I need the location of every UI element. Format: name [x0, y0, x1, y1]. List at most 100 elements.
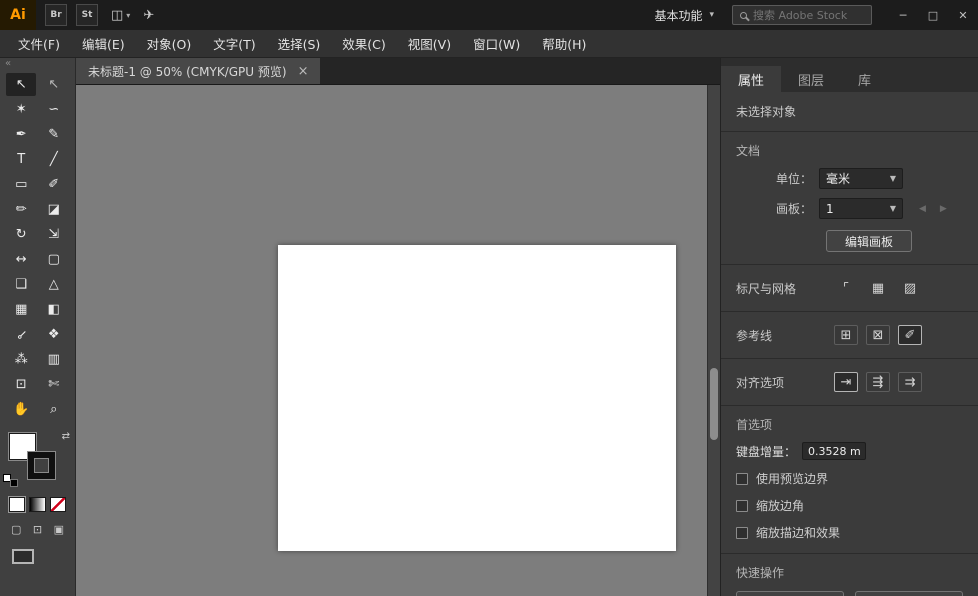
- zoom-tool[interactable]: ⌕: [39, 398, 69, 421]
- smart-guides-icon[interactable]: ✐: [898, 325, 922, 345]
- collapse-toolbar-button[interactable]: «: [0, 58, 75, 71]
- canvas-area[interactable]: [76, 85, 720, 596]
- tool-grid: ↖ ↖ ✶ ∽ ✒ ✎ T ╱ ▭ ✐ ✏ ◪ ↻ ⇲ ↔ ▢ ❑ △ ▦ ◧: [0, 71, 75, 423]
- swap-fill-stroke-icon[interactable]: ⇄: [62, 431, 70, 442]
- type-tool[interactable]: T: [6, 148, 36, 171]
- none-button[interactable]: [50, 497, 66, 512]
- checkbox[interactable]: [736, 473, 748, 485]
- artboard-dropdown[interactable]: 1 ▼: [819, 198, 903, 219]
- title-bar: Ai Br St ◫ ▾ ✈ 基本功能 ▾ ─ □ ✕: [0, 0, 978, 30]
- eyedropper-tool[interactable]: ⊸: [6, 323, 36, 346]
- document-setup-button[interactable]: 文档设置: [736, 591, 844, 596]
- magic-wand-tool[interactable]: ✶: [6, 98, 36, 121]
- checkbox[interactable]: [736, 500, 748, 512]
- workspace-menu[interactable]: 基本功能 ▾: [654, 7, 714, 24]
- previous-artboard-icon[interactable]: ◀: [919, 204, 926, 214]
- column-graph-tool[interactable]: ▥: [39, 348, 69, 371]
- keyboard-increment-row: 键盘增量：: [736, 442, 963, 460]
- color-button[interactable]: [9, 497, 25, 512]
- shaper-tool[interactable]: ✏: [6, 198, 36, 221]
- rotate-tool[interactable]: ↻: [6, 223, 36, 246]
- gradient-button[interactable]: [29, 497, 45, 512]
- menu-window[interactable]: 窗口(W): [462, 30, 531, 57]
- shape-builder-tool[interactable]: ❑: [6, 273, 36, 296]
- snap-to-pixel-icon[interactable]: ⇉: [898, 372, 922, 392]
- tab-properties[interactable]: 属性: [721, 66, 781, 92]
- menu-object[interactable]: 对象(O): [136, 30, 203, 57]
- blend-tool[interactable]: ❖: [39, 323, 69, 346]
- show-grid-icon[interactable]: ▦: [866, 278, 890, 298]
- quick-actions-title: 快速操作: [736, 564, 963, 581]
- guides-row: 参考线 ⊞ ⊠ ✐: [721, 312, 978, 359]
- tab-libraries[interactable]: 库: [841, 66, 888, 92]
- stroke-color-swatch[interactable]: [28, 452, 55, 479]
- scrollbar-thumb[interactable]: [710, 368, 718, 440]
- perspective-grid-tool[interactable]: △: [39, 273, 69, 296]
- menu-type[interactable]: 文字(T): [202, 30, 266, 57]
- draw-behind-icon[interactable]: ⊡: [29, 522, 45, 537]
- direct-selection-tool[interactable]: ↖: [39, 73, 69, 96]
- draw-inside-icon[interactable]: ▣: [51, 522, 67, 537]
- screen-mode-button[interactable]: [12, 549, 34, 564]
- draw-normal-icon[interactable]: ▢: [8, 522, 24, 537]
- symbol-sprayer-tool[interactable]: ⁂: [6, 348, 36, 371]
- menu-select[interactable]: 选择(S): [267, 30, 332, 57]
- tab-layers[interactable]: 图层: [781, 66, 841, 92]
- paintbrush-tool[interactable]: ✐: [39, 173, 69, 196]
- minimize-button[interactable]: ─: [888, 0, 918, 30]
- free-transform-tool[interactable]: ▢: [39, 248, 69, 271]
- default-fill-stroke-icon[interactable]: [3, 474, 18, 487]
- show-rulers-icon[interactable]: ⌜: [834, 278, 858, 298]
- edit-artboards-button[interactable]: 编辑画板: [826, 230, 912, 252]
- color-mode-buttons: [0, 489, 75, 514]
- lock-guides-icon[interactable]: ⊠: [866, 325, 890, 345]
- menu-file[interactable]: 文件(F): [7, 30, 71, 57]
- artboard[interactable]: [278, 245, 676, 551]
- transparency-grid-icon[interactable]: ▨: [898, 278, 922, 298]
- rectangle-tool[interactable]: ▭: [6, 173, 36, 196]
- scale-strokes-effects-option[interactable]: 缩放描边和效果: [736, 524, 963, 541]
- menu-effect[interactable]: 效果(C): [331, 30, 396, 57]
- scale-tool[interactable]: ⇲: [39, 223, 69, 246]
- selection-tool[interactable]: ↖: [6, 73, 36, 96]
- maximize-button[interactable]: □: [918, 0, 948, 30]
- eraser-tool[interactable]: ◪: [39, 198, 69, 221]
- next-artboard-icon[interactable]: ▶: [940, 204, 947, 214]
- artboard-tool[interactable]: ⊡: [6, 373, 36, 396]
- keyboard-increment-input[interactable]: [802, 442, 866, 460]
- close-button[interactable]: ✕: [948, 0, 978, 30]
- artboard-value: 1: [826, 202, 834, 216]
- preferences-title: 首选项: [736, 416, 963, 433]
- slice-tool[interactable]: ✄: [39, 373, 69, 396]
- search-input[interactable]: [753, 9, 864, 22]
- scale-corners-option[interactable]: 缩放边角: [736, 497, 963, 514]
- snap-to-grid-icon[interactable]: ⇥: [834, 372, 858, 392]
- share-button[interactable]: ✈: [143, 8, 154, 23]
- curvature-tool[interactable]: ✎: [39, 123, 69, 146]
- quick-actions-buttons: 文档设置 首选项: [736, 591, 963, 596]
- stock-search-box[interactable]: [732, 5, 872, 25]
- menu-edit[interactable]: 编辑(E): [71, 30, 136, 57]
- checkbox[interactable]: [736, 527, 748, 539]
- width-tool[interactable]: ↔: [6, 248, 36, 271]
- menu-view[interactable]: 视图(V): [397, 30, 462, 57]
- document-tab[interactable]: 未标题-1 @ 50% (CMYK/GPU 预览) ×: [76, 58, 320, 84]
- bridge-icon[interactable]: Br: [45, 4, 67, 26]
- pen-tool[interactable]: ✒: [6, 123, 36, 146]
- adobe-stock-icon[interactable]: St: [76, 4, 98, 26]
- vertical-scrollbar[interactable]: [707, 85, 720, 596]
- mesh-tool[interactable]: ▦: [6, 298, 36, 321]
- scale-corners-label: 缩放边角: [756, 497, 804, 514]
- menu-help[interactable]: 帮助(H): [531, 30, 597, 57]
- unit-dropdown[interactable]: 毫米 ▼: [819, 168, 903, 189]
- line-segment-tool[interactable]: ╱: [39, 148, 69, 171]
- workspace-switcher-button[interactable]: ◫ ▾: [111, 8, 130, 23]
- preview-bounds-option[interactable]: 使用预览边界: [736, 470, 963, 487]
- hand-tool[interactable]: ✋: [6, 398, 36, 421]
- lasso-tool[interactable]: ∽: [39, 98, 69, 121]
- preferences-button[interactable]: 首选项: [855, 591, 963, 596]
- show-guides-icon[interactable]: ⊞: [834, 325, 858, 345]
- snap-to-point-icon[interactable]: ⇶: [866, 372, 890, 392]
- gradient-tool[interactable]: ◧: [39, 298, 69, 321]
- close-tab-icon[interactable]: ×: [298, 64, 309, 79]
